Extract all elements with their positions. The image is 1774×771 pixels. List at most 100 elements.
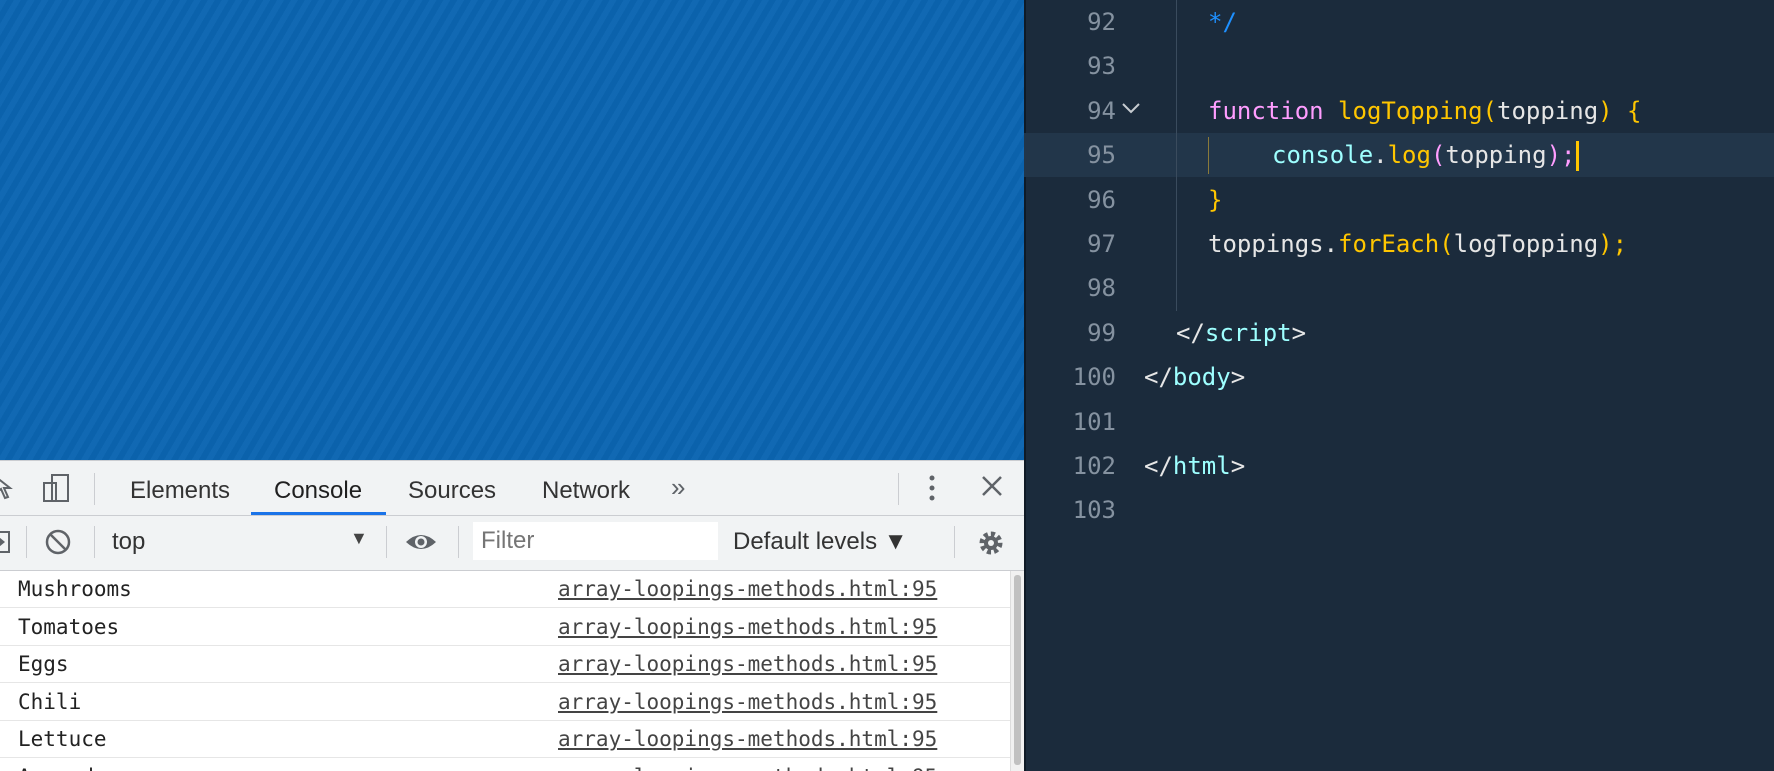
code-token: > [1291, 318, 1307, 347]
line-number: 95 [1087, 141, 1116, 170]
console-source-link[interactable]: array-loopings-methods.html:95 [558, 727, 937, 751]
toolbar-separator [26, 526, 27, 558]
console-message: Eggs [18, 652, 69, 676]
console-toolbar: top ▼ Default levels ▼ [0, 516, 1024, 571]
tab-console[interactable]: Console [274, 477, 362, 505]
devtools-panel: Elements Console Sources Network » top ▼… [0, 460, 1024, 771]
inspect-element-icon[interactable] [0, 475, 16, 507]
line-number: 100 [1072, 363, 1116, 392]
editor-line[interactable]: 98 [1024, 266, 1774, 310]
tabbar-separator [94, 473, 95, 505]
editor-line[interactable]: 101 [1024, 400, 1774, 444]
code-token: log [1387, 141, 1431, 170]
editor-line[interactable]: 103 [1024, 488, 1774, 532]
close-icon[interactable] [980, 474, 1004, 502]
console-source-link[interactable]: array-loopings-methods.html:95 [558, 652, 937, 676]
code-token: topping [1497, 96, 1599, 125]
code-token: ( [1439, 230, 1454, 258]
line-number: 93 [1087, 52, 1116, 81]
code-text: function logTopping(topping) { [1208, 97, 1642, 125]
line-number: 97 [1087, 230, 1116, 258]
editor-line[interactable]: 102 </html> [1024, 444, 1774, 488]
editor-line[interactable]: 97 toppings.forEach(logTopping); [1024, 222, 1774, 266]
console-message: Avocado [18, 765, 107, 771]
console-source-link[interactable]: array-loopings-methods.html:95 [558, 577, 937, 601]
line-number: 101 [1072, 407, 1116, 436]
show-sidebar-icon[interactable] [0, 530, 14, 558]
console-source-link[interactable]: array-loopings-methods.html:95 [558, 690, 937, 714]
code-token: > [1230, 363, 1246, 392]
code-token: ( [1430, 141, 1446, 170]
console-row: Tomatoes array-loopings-methods.html:95 [0, 609, 1010, 646]
indent-guide [1176, 0, 1177, 311]
code-token: </ [1144, 363, 1173, 392]
eye-icon[interactable] [404, 528, 438, 560]
tab-network[interactable]: Network [542, 477, 630, 505]
console-output: Mushrooms array-loopings-methods.html:95 T… [0, 571, 1010, 771]
browser-window: Elements Console Sources Network » top ▼… [0, 0, 1024, 771]
editor-line[interactable]: 92 */ [1024, 0, 1774, 44]
editor-line[interactable]: 100 </body> [1024, 355, 1774, 399]
toolbar-separator [954, 526, 955, 558]
editor-line[interactable]: 99 </script> [1024, 311, 1774, 355]
code-text: toppings.forEach(logTopping); [1208, 230, 1627, 258]
clear-console-icon[interactable] [44, 528, 72, 560]
scrollbar-thumb[interactable] [1014, 575, 1021, 765]
line-number: 92 [1087, 8, 1116, 36]
fold-chevron-icon[interactable] [1120, 97, 1142, 124]
more-options-icon[interactable] [928, 473, 936, 507]
console-source-link[interactable]: array-loopings-methods.html:95 [558, 615, 937, 639]
code-text: </html> [1144, 452, 1245, 480]
code-token: ); [1598, 230, 1628, 258]
tab-elements[interactable]: Elements [130, 477, 230, 505]
console-message: Lettuce [18, 727, 107, 751]
code-token: > [1230, 452, 1246, 480]
device-toolbar-icon[interactable] [40, 473, 72, 509]
context-selector[interactable]: top [112, 528, 145, 556]
code-token: logTopping [1453, 230, 1599, 258]
line-number: 98 [1087, 274, 1116, 303]
editor-line[interactable]: 96} [1024, 178, 1774, 222]
code-token: . [1323, 230, 1339, 258]
page-viewport[interactable] [0, 0, 1024, 460]
code-token: html [1172, 452, 1231, 480]
toolbar-separator [94, 526, 95, 558]
gear-icon[interactable] [976, 528, 1006, 562]
active-tab-underline [251, 512, 386, 515]
code-token: logTopping [1338, 96, 1483, 125]
chevron-double-right-icon[interactable]: » [671, 474, 685, 500]
code-text: console.log(topping); [1272, 141, 1580, 172]
code-editor[interactable]: 92 */ 93 94 function logTopping(topping) { 95… [1024, 0, 1774, 771]
console-source-link[interactable]: array-loopings-methods.html:95 [558, 765, 937, 771]
code-token: </ [1144, 452, 1173, 480]
dropdown-arrow-icon[interactable]: ▼ [350, 528, 368, 549]
code-token: topping [1445, 141, 1547, 170]
code-token: </ [1176, 318, 1205, 347]
line-number: 96 [1087, 185, 1116, 214]
text-cursor [1576, 141, 1580, 172]
code-token: ( [1482, 96, 1497, 125]
line-number: 99 [1087, 318, 1116, 347]
line-number: 94 [1087, 96, 1116, 125]
console-message: Mushrooms [18, 577, 132, 601]
toolbar-separator [458, 526, 459, 558]
code-text: </script> [1176, 319, 1306, 347]
code-text: } [1208, 186, 1222, 214]
log-levels-dropdown[interactable]: Default levels ▼ [733, 528, 908, 556]
line-number: 102 [1072, 452, 1116, 480]
editor-line[interactable]: 93 [1024, 44, 1774, 88]
console-row: Eggs array-loopings-methods.html:95 [0, 646, 1010, 683]
line-number: 103 [1072, 496, 1116, 525]
tabbar-separator-right [898, 473, 899, 505]
code-text: </body> [1144, 363, 1245, 391]
tab-sources[interactable]: Sources [408, 477, 496, 505]
code-token: toppings [1208, 230, 1324, 258]
filter-input[interactable] [473, 522, 718, 560]
console-message: Tomatoes [18, 614, 120, 639]
code-token: } [1208, 185, 1223, 214]
toolbar-separator [386, 526, 387, 558]
console-scrollbar[interactable] [1010, 571, 1024, 771]
editor-line[interactable]: 94 function logTopping(topping) { [1024, 89, 1774, 133]
console-message: Chili [18, 689, 82, 714]
editor-current-line[interactable]: 95 console.log(topping); [1024, 133, 1774, 178]
